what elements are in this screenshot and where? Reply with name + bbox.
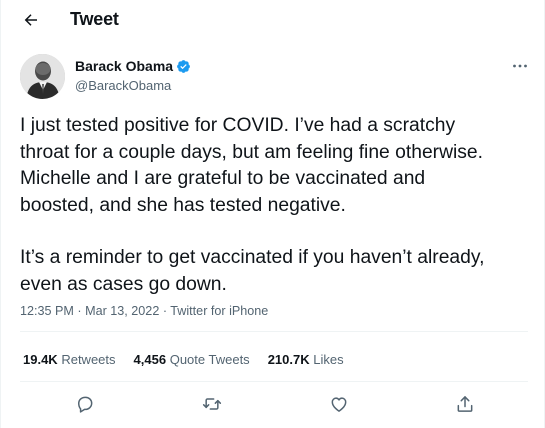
tweet-date[interactable]: Mar 13, 2022 xyxy=(85,304,159,318)
retweet-icon xyxy=(202,394,222,414)
tweet-meta: 12:35 PM · Mar 13, 2022 · Twitter for iP… xyxy=(20,304,268,318)
author-name[interactable]: Barack Obama xyxy=(75,58,191,74)
like-button[interactable] xyxy=(328,393,350,415)
tweet-line: I just tested positive for COVID. I’ve h… xyxy=(20,115,456,136)
tweet-source[interactable]: Twitter for iPhone xyxy=(170,304,268,318)
tweet-line: It’s a reminder to get vaccinated if you… xyxy=(20,247,485,269)
more-button[interactable] xyxy=(507,56,533,76)
quote-tweets-label: Quote Tweets xyxy=(169,352,250,367)
share-icon xyxy=(455,394,475,414)
page-title: Tweet xyxy=(70,9,119,29)
author-name-text: Barack Obama xyxy=(75,58,174,74)
quote-tweets-count: 4,456 xyxy=(133,352,167,367)
divider xyxy=(20,331,528,332)
avatar[interactable] xyxy=(20,54,65,99)
likes-count: 210.7K xyxy=(267,352,310,367)
retweet-button[interactable] xyxy=(201,393,223,415)
tweet-stats: 19.4K Retweets 4,456 Quote Tweets 210.7K… xyxy=(23,352,362,367)
like-icon xyxy=(329,394,349,414)
share-button[interactable] xyxy=(454,393,476,415)
more-horizontal-icon xyxy=(512,63,528,69)
tweet-time[interactable]: 12:35 PM xyxy=(20,304,74,318)
meta-separator: · xyxy=(77,304,86,318)
likes-stat[interactable]: 210.7K Likes xyxy=(268,352,344,367)
tweet-page: Tweet Barack Obama @BarackObama I just t… xyxy=(0,0,545,428)
back-button[interactable] xyxy=(15,6,47,34)
divider xyxy=(20,381,528,382)
likes-label: Likes xyxy=(313,352,344,367)
arrow-left-icon xyxy=(22,11,40,29)
retweets-count: 19.4K xyxy=(23,352,58,367)
page-header: Tweet xyxy=(1,0,545,42)
tweet-line: boosted, and she has tested negative. xyxy=(20,194,346,216)
retweets-label: Retweets xyxy=(61,352,116,367)
reply-icon xyxy=(75,394,95,414)
verified-badge-icon xyxy=(176,59,191,74)
tweet-line: even as cases go down. xyxy=(20,273,227,295)
tweet-line: Michelle and I are grateful to be vaccin… xyxy=(20,168,426,190)
tweet-line: throat for a couple days, but am feeling… xyxy=(20,141,484,163)
retweets-stat[interactable]: 19.4K Retweets xyxy=(23,352,116,367)
quote-tweets-stat[interactable]: 4,456 Quote Tweets xyxy=(134,352,250,367)
author-handle[interactable]: @BarackObama xyxy=(75,78,171,93)
reply-button[interactable] xyxy=(74,393,96,415)
tweet-text: I just tested positive for COVID. I’ve h… xyxy=(20,113,536,299)
